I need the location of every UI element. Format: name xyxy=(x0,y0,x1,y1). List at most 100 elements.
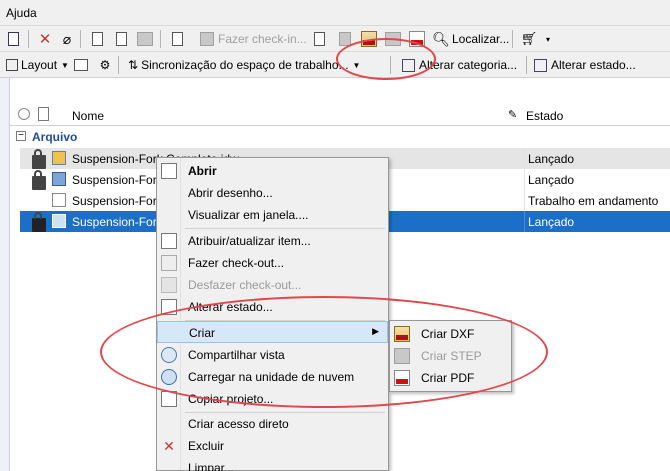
menu-item-delete[interactable]: ✕ Excluir xyxy=(157,435,388,457)
presentation-icon xyxy=(52,214,66,228)
column-divider xyxy=(524,190,525,211)
menu-item-share-view[interactable]: Compartilhar vista xyxy=(157,344,388,366)
pdf-icon xyxy=(394,370,410,386)
file-name: Suspension-Fork xyxy=(72,215,163,229)
menu-item-label: Abrir xyxy=(188,164,217,178)
header-state[interactable]: Estado xyxy=(526,109,563,123)
lock-icon xyxy=(32,170,46,190)
menu-item-create[interactable]: Criar ▶ xyxy=(157,321,388,343)
menu-separator xyxy=(185,228,385,229)
menu-item-label: Excluir xyxy=(188,439,225,453)
lock-icon xyxy=(32,149,46,169)
menu-item-create-shortcut[interactable]: Criar acesso direto xyxy=(157,413,388,435)
create-pdf-icon[interactable] xyxy=(408,30,426,48)
delete-icon: ✕ xyxy=(163,438,175,454)
vault-window: Ajuda ✕ ⌀ Fazer check-in... 🔍︎ Localizar… xyxy=(0,0,670,471)
dxf-icon xyxy=(394,326,410,342)
assign-item-icon xyxy=(161,233,177,249)
menu-item-label: Criar acesso direto xyxy=(188,417,289,431)
column-header: Nome ✎ Estado xyxy=(10,104,670,126)
category-icon xyxy=(402,58,415,72)
checkout-icon[interactable] xyxy=(168,30,186,48)
menu-item-view-window[interactable]: Visualizar em janela.... xyxy=(157,204,388,226)
refresh-icon xyxy=(336,30,354,48)
menu-item-copy-project[interactable]: Copiar projeto... xyxy=(157,388,388,410)
undo-checkout-icon[interactable] xyxy=(310,30,328,48)
column-divider xyxy=(524,169,525,190)
navigation-pane-edge xyxy=(0,78,10,471)
group-row-file[interactable]: − Arquivo xyxy=(10,128,670,146)
toolbar-overflow-icon[interactable]: ▾ xyxy=(544,30,552,48)
workspace-sync-dropdown[interactable]: ⇅ Sincronização do espaço de trabalho...… xyxy=(124,56,364,74)
checkin-icon xyxy=(198,30,216,48)
menu-item-change-state[interactable]: Alterar estado... xyxy=(157,296,388,318)
state-icon xyxy=(534,58,547,72)
toolbar-separator xyxy=(118,56,119,74)
change-state-label: Alterar estado... xyxy=(551,58,636,72)
checkout-icon xyxy=(161,255,177,271)
group-label: Arquivo xyxy=(32,130,78,144)
menu-item-label: Copiar projeto... xyxy=(188,392,274,406)
state-header-icon: ✎ xyxy=(508,109,518,121)
move-icon xyxy=(136,30,154,48)
sort-icon xyxy=(18,108,30,120)
find-button[interactable]: Localizar... xyxy=(452,32,509,46)
change-state-icon xyxy=(161,299,177,315)
folder-open-icon xyxy=(161,163,177,179)
menu-item-checkout[interactable]: Fazer check-out... xyxy=(157,252,388,274)
file-state: Lançado xyxy=(528,173,575,187)
menu-item-clean[interactable]: Limpar... xyxy=(157,457,388,471)
menu-help[interactable]: Ajuda xyxy=(6,6,37,20)
header-name[interactable]: Nome xyxy=(72,109,104,123)
file-name: Suspension-Fork xyxy=(72,173,163,187)
menu-item-label: Criar DXF xyxy=(421,327,475,341)
menu-bar: Ajuda xyxy=(0,0,670,26)
change-state-button[interactable]: Alterar estado... xyxy=(530,56,640,74)
layout-dropdown[interactable]: Layout ▼ xyxy=(2,56,73,74)
cloud-upload-icon xyxy=(161,369,177,385)
menu-item-open-drawing[interactable]: Abrir desenho... xyxy=(157,182,388,204)
document-icon xyxy=(52,193,66,207)
create-submenu: Criar DXF Criar STEP Criar PDF xyxy=(389,320,512,392)
copy-icon[interactable] xyxy=(112,30,130,48)
cart-icon[interactable]: 🛒︎ xyxy=(520,30,538,48)
undo-checkout-icon xyxy=(161,277,177,293)
new-file-icon[interactable] xyxy=(88,30,106,48)
menu-item-label: Carregar na unidade de nuvem xyxy=(188,370,355,384)
toolbar-separator xyxy=(526,56,527,74)
column-divider xyxy=(524,148,525,169)
menu-item-label: Visualizar em janela.... xyxy=(188,208,309,222)
sync-label: Sincronização do espaço de trabalho... xyxy=(141,58,349,72)
layout-icon xyxy=(6,59,18,71)
menu-item-label: Abrir desenho... xyxy=(188,186,273,200)
attach-icon[interactable]: ⌀ xyxy=(58,30,76,48)
menu-item-assign-item[interactable]: Atribuir/atualizar item... xyxy=(157,230,388,252)
menu-item-undo-checkout: Desfazer check-out... xyxy=(157,274,388,296)
copy-design-icon xyxy=(161,391,177,407)
menu-item-upload-cloud[interactable]: Carregar na unidade de nuvem xyxy=(157,366,388,388)
chevron-down-icon: ▼ xyxy=(352,60,361,70)
menu-item-open[interactable]: Abrir xyxy=(157,160,388,182)
delete-icon[interactable]: ✕ xyxy=(36,30,54,48)
find-icon[interactable]: 🔍︎ xyxy=(432,30,450,48)
preview-icon[interactable] xyxy=(4,30,22,48)
main-toolbar: ✕ ⌀ Fazer check-in... 🔍︎ Localizar... 🛒︎… xyxy=(0,26,670,52)
create-dxf-icon[interactable] xyxy=(360,30,378,48)
toolbar-separator xyxy=(512,30,513,48)
toolbar-separator xyxy=(390,56,391,74)
checkin-button: Fazer check-in... xyxy=(218,32,307,46)
doc-header-icon xyxy=(38,107,49,121)
submenu-item-create-pdf[interactable]: Criar PDF xyxy=(390,367,511,389)
assembly-icon xyxy=(52,172,66,186)
secondary-toolbar: Layout ▼ ⚙ ⇅ Sincronização do espaço de … xyxy=(0,52,670,78)
change-category-button[interactable]: Alterar categoria... xyxy=(398,56,521,74)
column-divider xyxy=(524,211,525,232)
gear-search-icon[interactable]: ⚙ xyxy=(96,56,114,74)
create-step-icon xyxy=(384,30,402,48)
collapse-icon[interactable]: − xyxy=(16,131,26,141)
table-icon[interactable] xyxy=(72,56,90,74)
menu-item-label: Alterar estado... xyxy=(188,300,273,314)
step-icon xyxy=(394,348,410,364)
layout-label: Layout xyxy=(21,58,58,72)
submenu-item-create-dxf[interactable]: Criar DXF xyxy=(390,323,511,345)
